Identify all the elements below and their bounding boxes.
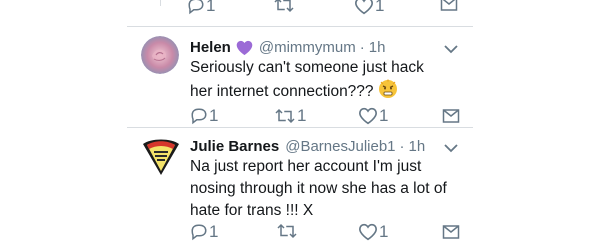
reply-icon [191,108,207,125]
envelope-icon [442,109,460,123]
reply-count: 1 [206,0,216,15]
retweet-button[interactable]: 1 [274,106,306,126]
tweet[interactable]: Julie Barnes @BarnesJulieb1 · 1h Na just… [127,128,473,251]
retweet-icon [277,223,297,239]
like-button[interactable]: 1 [358,106,388,126]
like-count: 1 [379,106,389,125]
badge-avatar-image [143,139,179,175]
reply-button[interactable]: 1 [190,106,218,126]
tweet-text: Seriously can't someone just hack her in… [190,57,430,106]
heart-icon [358,223,378,241]
like-button[interactable]: 1 [358,222,388,242]
more-options-button[interactable] [444,41,458,59]
separator-dot: · [359,39,365,56]
angry-face-icon [378,79,397,98]
retweet-count: 1 [297,106,307,125]
tweet-actions: 1 1 [127,222,473,244]
avatar[interactable] [141,135,179,175]
like-button[interactable]: 1 [354,0,384,16]
heart-icon [354,0,374,15]
timeline-panel: 1 1 Helen @mimmymum · 1h Seriously can't… [127,0,473,251]
retweet-button[interactable] [276,222,298,240]
retweet-icon [274,0,294,13]
dm-button[interactable] [442,108,460,124]
heart-icon [358,107,378,125]
tweet-actions: 1 1 1 [127,106,473,128]
separator-dot: · [399,138,405,155]
retweet-button[interactable] [273,0,295,14]
reply-icon [191,224,207,241]
retweet-icon [275,108,295,124]
tweet-text: Na just report her account I'm just nosi… [190,158,447,219]
purple-heart-icon [236,40,253,56]
display-name[interactable]: Helen [190,39,231,57]
user-handle[interactable]: @BarnesJulieb1 [285,138,395,156]
rose-avatar-image [141,36,179,74]
reply-button[interactable]: 1 [190,222,218,242]
prev-tweet-actions: 1 1 [127,0,473,20]
angry-face-emoji [378,79,398,106]
like-count: 1 [375,0,385,15]
timestamp[interactable]: 1h [369,39,386,57]
envelope-icon [442,225,460,239]
chevron-down-icon [444,45,458,54]
avatar[interactable] [141,36,179,74]
reply-icon [188,0,204,15]
display-name[interactable]: Julie Barnes [190,138,279,156]
tweet-header: Helen @mimmymum · 1h [190,39,385,57]
tweet[interactable]: Helen @mimmymum · 1h Seriously can't som… [127,27,473,127]
tweet-header: Julie Barnes @BarnesJulieb1 · 1h [190,138,425,156]
reply-count: 1 [209,222,219,241]
user-handle[interactable]: @mimmymum [259,39,356,57]
dm-button[interactable] [442,224,460,240]
reply-count: 1 [209,106,219,125]
like-count: 1 [379,222,389,241]
envelope-icon [440,0,458,11]
purple-heart-emoji [236,40,253,56]
reply-button[interactable]: 1 [187,0,215,16]
dm-button[interactable] [440,0,458,12]
chevron-down-icon [444,144,458,153]
timestamp[interactable]: 1h [409,138,426,156]
